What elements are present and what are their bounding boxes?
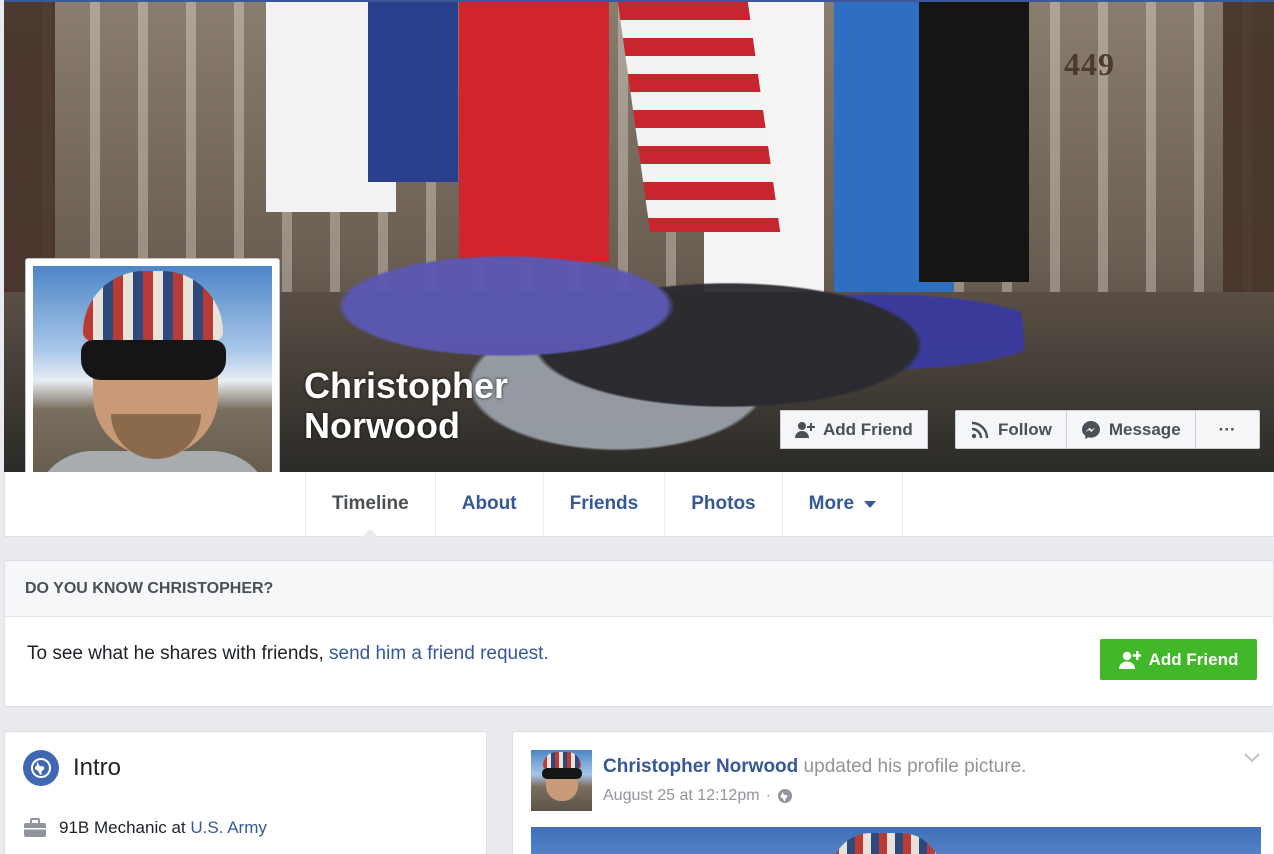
intro-title: Intro <box>73 754 122 781</box>
prompt-text: To see what he shares with friends, send… <box>27 643 549 665</box>
employer-link[interactable]: U.S. Army <box>190 818 267 837</box>
add-friend-primary-label: Add Friend <box>1148 649 1239 669</box>
more-options-button[interactable]: ··· <box>1195 410 1260 449</box>
post-author-link[interactable]: Christopher Norwood <box>603 756 798 777</box>
globe-icon-svg <box>31 758 51 778</box>
tab-timeline-label: Timeline <box>332 493 409 514</box>
profile-tab-bar: Timeline About Friends Photos More <box>4 472 1274 537</box>
tab-photos[interactable]: Photos <box>664 472 781 536</box>
add-friend-icon <box>795 421 815 438</box>
message-button[interactable]: Message <box>1066 410 1196 449</box>
post-headline: Christopher Norwood updated his profile … <box>603 756 1026 778</box>
cover-follow-group: Follow Message ··· <box>955 410 1260 449</box>
tab-timeline[interactable]: Timeline <box>305 472 435 537</box>
more-options-icon: ··· <box>1218 419 1236 439</box>
profile-photo-bandana <box>83 271 223 341</box>
prompt-text-static: To see what he shares with friends, <box>27 643 330 664</box>
profile-name[interactable]: Christopher Norwood <box>304 366 564 446</box>
intro-work-row: 91B Mechanic at U.S. Army <box>23 818 267 838</box>
post-options-chevron-icon[interactable] <box>1243 752 1261 764</box>
post-meta-separator: · <box>765 787 771 804</box>
intro-header: Intro <box>23 750 121 786</box>
add-friend-button[interactable]: Add Friend <box>780 410 928 449</box>
prompt-body: To see what he shares with friends, send… <box>5 617 1273 707</box>
timeline-post: Christopher Norwood updated his profile … <box>512 731 1274 854</box>
tab-about-label: About <box>461 493 517 514</box>
globe-icon <box>23 750 59 786</box>
add-friend-icon <box>1118 650 1141 669</box>
tab-photos-label: Photos <box>691 493 756 514</box>
post-timestamp[interactable]: August 25 at 12:12pm <box>603 787 760 805</box>
tab-more[interactable]: More <box>781 472 904 536</box>
profile-photo-sunglasses <box>81 340 226 380</box>
post-image[interactable] <box>531 827 1261 854</box>
avatar-bandana <box>543 752 581 768</box>
rss-icon <box>971 421 989 438</box>
post-author-avatar[interactable] <box>531 750 592 811</box>
tab-friends-label: Friends <box>569 493 639 514</box>
add-friend-label: Add Friend <box>823 419 913 439</box>
navy-flag <box>368 2 458 182</box>
post-action-text: updated his profile picture. <box>798 756 1027 777</box>
profile-tabs: Timeline About Friends Photos More <box>305 472 904 537</box>
intro-work-prefix: 91B Mechanic at <box>59 818 191 837</box>
tab-friends[interactable]: Friends <box>542 472 665 536</box>
cover-add-friend-group: Add Friend <box>780 410 928 449</box>
friend-request-prompt: DO YOU KNOW CHRISTOPHER? To see what he … <box>4 560 1274 707</box>
intro-work-text: 91B Mechanic at U.S. Army <box>59 818 267 838</box>
tab-more-label: More <box>808 493 855 514</box>
briefcase-icon <box>24 818 46 837</box>
send-friend-request-link[interactable]: send him a friend request. <box>329 643 549 664</box>
post-meta: August 25 at 12:12pm · <box>603 787 793 805</box>
house-number: 449 <box>1064 46 1115 82</box>
message-label: Message <box>1108 419 1181 439</box>
avatar-sunglasses <box>542 768 582 779</box>
public-globe-icon[interactable] <box>777 788 793 804</box>
follow-button[interactable]: Follow <box>955 410 1067 449</box>
follow-label: Follow <box>998 419 1052 439</box>
prompt-heading: DO YOU KNOW CHRISTOPHER? <box>5 561 1273 617</box>
caret-down-icon <box>864 500 877 508</box>
tab-about[interactable]: About <box>434 472 543 536</box>
profile-photo <box>33 266 272 505</box>
messenger-icon <box>1081 420 1100 439</box>
add-friend-primary-button[interactable]: Add Friend <box>1100 639 1257 680</box>
intro-card: Intro 91B Mechanic at U.S. Army <box>4 731 487 854</box>
